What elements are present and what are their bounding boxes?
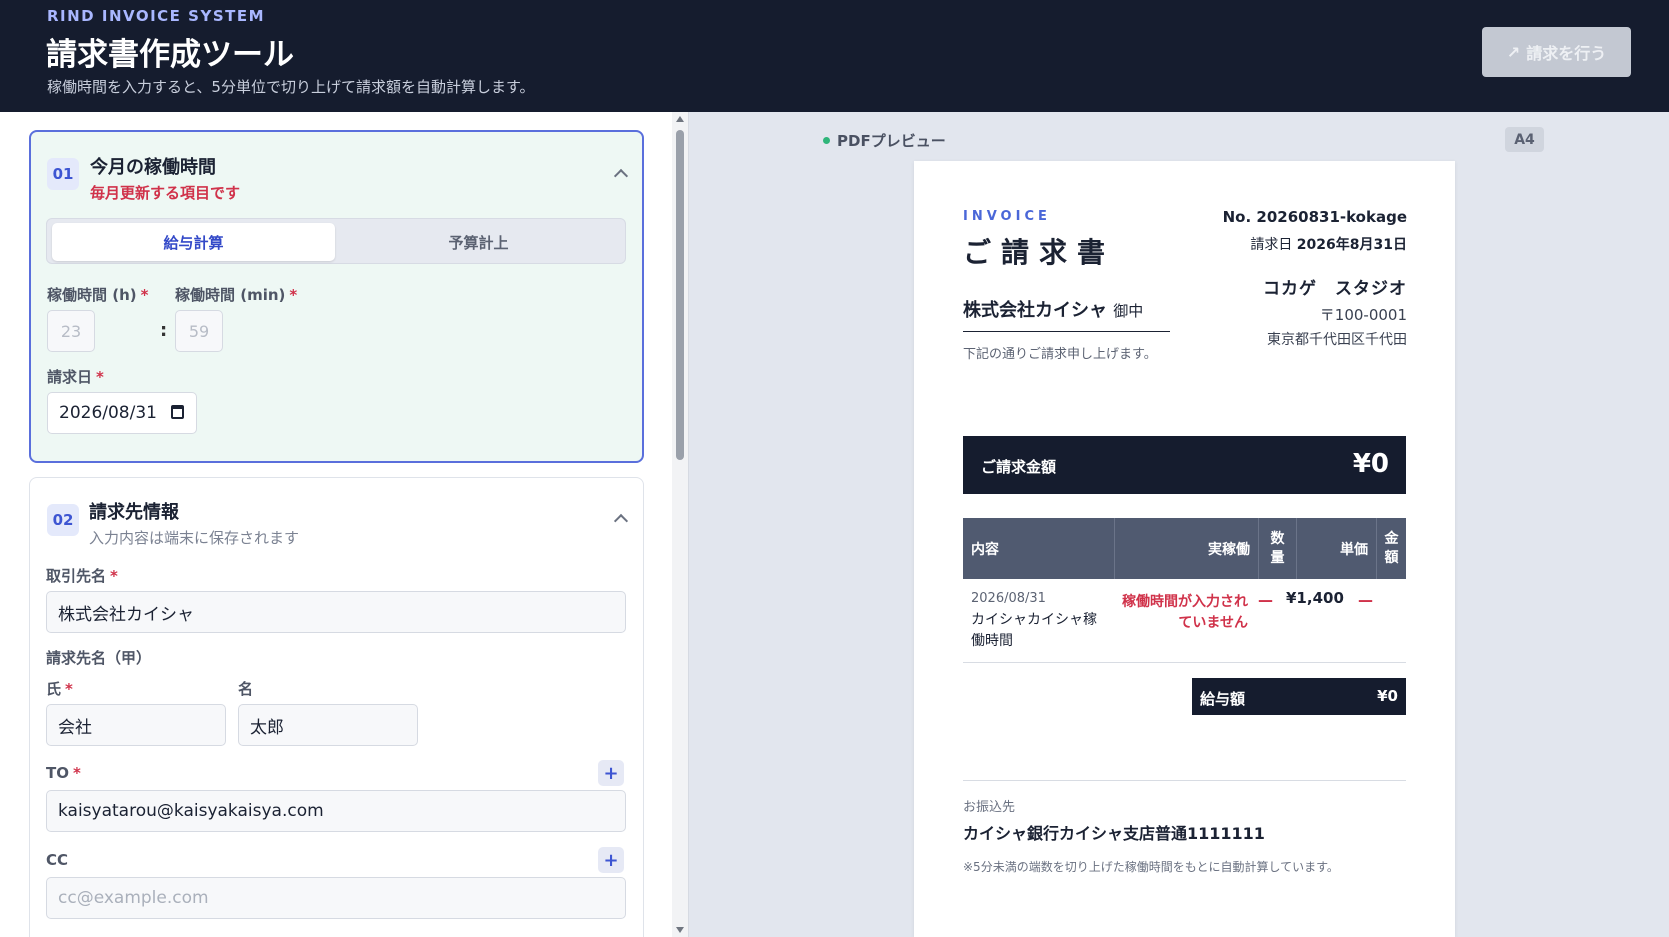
submit-invoice-button[interactable]: ↗ 請求を行う xyxy=(1482,27,1631,77)
first-name-input[interactable]: 太郎 xyxy=(238,704,418,746)
row-qty: — xyxy=(1258,591,1273,609)
calc-mode-toggle: 給与計算 予算計上 xyxy=(46,218,626,264)
scrollbar-thumb[interactable] xyxy=(676,130,684,460)
last-name-label: 氏 * xyxy=(46,680,73,698)
last-name-input[interactable]: 会社 xyxy=(46,704,226,746)
invoice-en-title: INVOICE xyxy=(963,209,1051,224)
cc-email-input[interactable]: cc@example.com xyxy=(46,877,626,919)
table-header: 内容 実稼働 数量 単価 金額 xyxy=(963,518,1406,579)
first-name-label: 名 xyxy=(238,680,254,698)
bank-label: お振込先 xyxy=(963,800,1016,815)
bank-account: カイシャ銀行カイシャ支店普通1111111 xyxy=(963,824,1265,843)
issuer-zip: 〒100-0001 xyxy=(1319,306,1407,324)
submit-invoice-label: 請求を行う xyxy=(1526,44,1607,63)
add-to-button[interactable]: + xyxy=(598,760,624,786)
row-actual-warning: 稼働時間が入力されていません xyxy=(1122,594,1248,631)
page-subtitle: 稼働時間を入力すると、5分単位で切り上げて請求額を自動計算します。 xyxy=(47,78,535,96)
row-description: カイシャカイシャ稼働時間 xyxy=(971,612,1097,649)
th-content: 内容 xyxy=(963,518,1115,579)
brand-name: RIND INVOICE SYSTEM xyxy=(47,7,266,25)
minutes-input[interactable]: 59 xyxy=(175,310,223,352)
tab-payroll[interactable]: 給与計算 xyxy=(52,223,335,261)
invoice-ja-title: ご請求書 xyxy=(963,236,1116,269)
subtotal-value: ¥0 xyxy=(1377,687,1398,705)
th-unit-price: 単価 xyxy=(1297,518,1377,579)
minutes-label: 稼働時間 (min) * xyxy=(175,286,298,304)
invoice-number: No. 20260831-kokage xyxy=(1222,208,1407,226)
add-cc-button[interactable]: + xyxy=(598,847,624,873)
row-divider xyxy=(963,662,1406,663)
app-header: RIND INVOICE SYSTEM 請求書作成ツール 稼働時間を入力すると、… xyxy=(0,0,1669,112)
th-amount: 金額 xyxy=(1384,530,1399,566)
issuer-name: コカゲ スタジオ xyxy=(1263,279,1407,299)
section-note-monthly: 毎月更新する項目です xyxy=(90,184,241,202)
issuer-address: 東京都千代田区千代田 xyxy=(1267,332,1407,348)
th-actual: 実稼働 xyxy=(1115,518,1259,579)
hours-label: 稼働時間 (h) * xyxy=(47,286,149,304)
date-label: 請求日 * xyxy=(47,368,104,386)
hours-input[interactable]: 23 xyxy=(47,310,95,352)
row-unit-price: ¥1,400 xyxy=(1286,589,1344,607)
paper-size-badge: A4 xyxy=(1505,127,1544,152)
scroll-up-arrow-icon[interactable] xyxy=(676,116,684,122)
form-scrollbar[interactable] xyxy=(672,112,688,937)
invoice-date: 請求日 2026年8月31日 xyxy=(1250,237,1407,253)
section-title-client-info: 請求先情報 xyxy=(89,502,179,523)
bank-divider xyxy=(963,780,1406,781)
total-label: ご請求金額 xyxy=(981,458,1057,476)
step-badge-02: 02 xyxy=(47,504,79,536)
to-label: TO * xyxy=(46,764,81,782)
invoice-client: 株式会社カイシャ 御中 xyxy=(963,296,1170,332)
tab-budget[interactable]: 予算計上 xyxy=(337,223,620,261)
scroll-down-arrow-icon[interactable] xyxy=(676,927,684,933)
to-email-input[interactable]: kaisyatarou@kaisyakaisya.com xyxy=(46,790,626,832)
cc-label: CC xyxy=(46,851,69,869)
client-name-input[interactable]: 株式会社カイシャ xyxy=(46,591,626,633)
client-name-label: 取引先名 * xyxy=(46,567,118,585)
invoice-date-value: 2026/08/31 xyxy=(59,403,157,423)
total-value: ¥0 xyxy=(1352,449,1389,479)
subtotal-label: 給与額 xyxy=(1200,690,1246,708)
recipient-name-label: 請求先名（甲） xyxy=(46,649,152,667)
invoice-footnote: ※5分未満の端数を切り上げた稼働時間をもとに自動計算しています。 xyxy=(963,860,1339,874)
section-title-working-hours: 今月の稼働時間 xyxy=(90,157,216,178)
panel-divider xyxy=(688,112,689,937)
total-amount-bar: ご請求金額 ¥0 xyxy=(963,436,1406,494)
page-title: 請求書作成ツール xyxy=(46,37,294,73)
subtotal-bar: 給与額 ¥0 xyxy=(1192,678,1406,715)
invoice-greeting: 下記の通りご請求申し上げます。 xyxy=(963,347,1157,362)
green-dot-icon xyxy=(823,137,830,144)
arrow-up-right-icon: ↗ xyxy=(1506,42,1521,62)
section-note-saved: 入力内容は端末に保存されます xyxy=(89,529,300,547)
th-qty: 数量 xyxy=(1259,518,1297,579)
row-date: 2026/08/31 xyxy=(971,591,1046,606)
time-separator: : xyxy=(160,320,168,341)
row-amount: — xyxy=(1358,591,1373,609)
pdf-preview-label: PDFプレビュー xyxy=(823,130,946,151)
step-badge-01: 01 xyxy=(47,158,79,190)
calendar-icon[interactable] xyxy=(171,405,184,419)
invoice-preview-paper: INVOICE ご請求書 No. 20260831-kokage 請求日 202… xyxy=(914,161,1455,937)
